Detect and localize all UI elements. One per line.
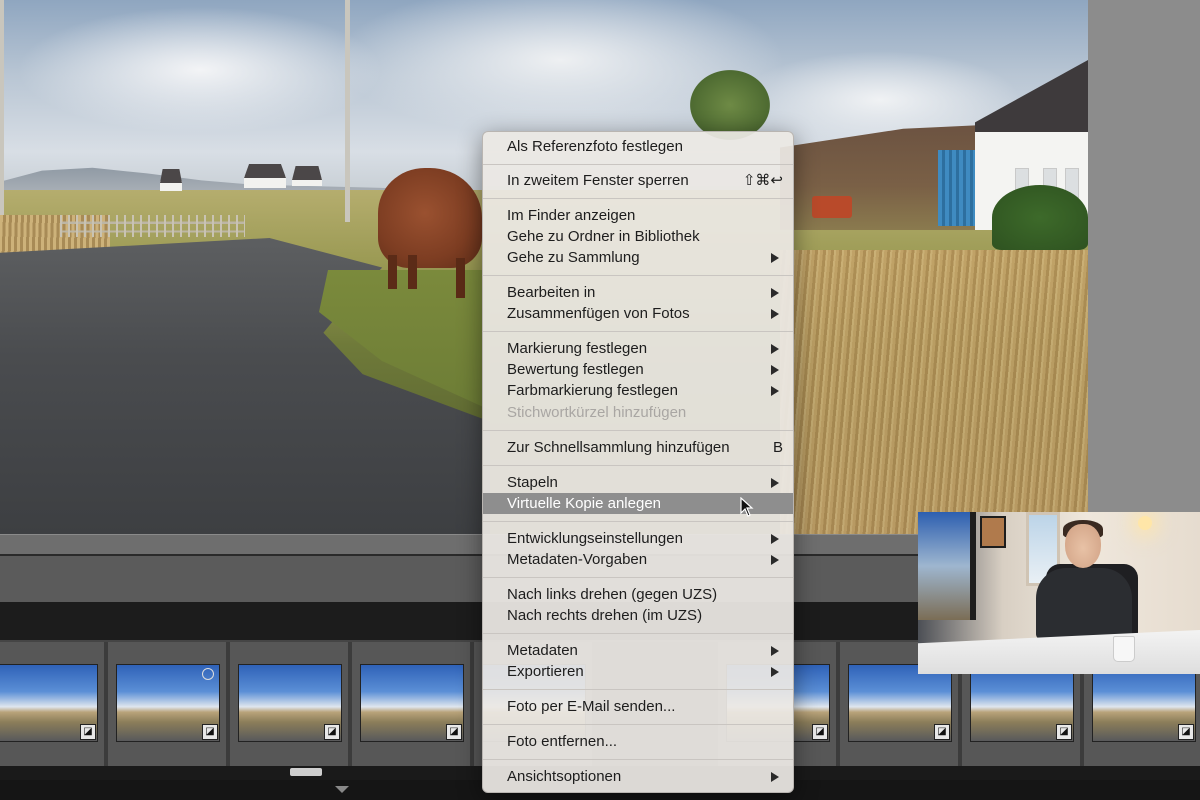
menu-separator bbox=[483, 275, 793, 276]
menu-separator bbox=[483, 759, 793, 760]
photo-house bbox=[160, 169, 182, 191]
photo-fence bbox=[60, 215, 245, 237]
submenu-arrow-icon bbox=[771, 253, 779, 263]
menu-separator bbox=[483, 577, 793, 578]
virtual-copy-icon: ◪ bbox=[934, 724, 950, 740]
menu-item-set-reference-photo[interactable]: Als Referenzfoto festlegen bbox=[483, 136, 793, 157]
menu-item-show-in-finder[interactable]: Im Finder anzeigen bbox=[483, 205, 793, 226]
menu-item-email-photo[interactable]: Foto per E-Mail senden... bbox=[483, 696, 793, 717]
photo-cow-leg bbox=[408, 255, 417, 289]
photo-cow-leg bbox=[456, 258, 465, 298]
submenu-arrow-icon bbox=[771, 478, 779, 488]
webcam-monitor bbox=[918, 512, 976, 620]
filmstrip-cell[interactable]: ◪ bbox=[0, 642, 108, 766]
triangle-down-icon[interactable] bbox=[335, 786, 349, 793]
menu-item-go-to-folder[interactable]: Gehe zu Ordner in Bibliothek bbox=[483, 226, 793, 247]
menu-separator bbox=[483, 689, 793, 690]
menu-item-metadata[interactable]: Metadaten bbox=[483, 640, 793, 661]
webcam-person-head bbox=[1065, 524, 1101, 568]
circle-icon bbox=[202, 668, 214, 680]
menu-item-metadata-presets[interactable]: Metadaten-Vorgaben bbox=[483, 549, 793, 570]
menu-item-set-rating[interactable]: Bewertung festlegen bbox=[483, 359, 793, 380]
webcam-person-shirt bbox=[1036, 568, 1132, 640]
virtual-copy-icon: ◪ bbox=[80, 724, 96, 740]
menu-item-rotate-right[interactable]: Nach rechts drehen (im UZS) bbox=[483, 605, 793, 626]
virtual-copy-icon: ◪ bbox=[324, 724, 340, 740]
photo-house bbox=[292, 166, 322, 186]
virtual-copy-icon: ◪ bbox=[812, 724, 828, 740]
virtual-copy-icon: ◪ bbox=[1178, 724, 1194, 740]
menu-separator bbox=[483, 331, 793, 332]
filmstrip-cell[interactable]: ◪ bbox=[230, 642, 352, 766]
menu-item-rotate-left[interactable]: Nach links drehen (gegen UZS) bbox=[483, 584, 793, 605]
photo-pole bbox=[345, 0, 350, 222]
menu-item-stacking[interactable]: Stapeln bbox=[483, 472, 793, 493]
webcam-mug bbox=[1113, 636, 1135, 662]
menu-item-go-to-collection[interactable]: Gehe zu Sammlung bbox=[483, 247, 793, 268]
photo-tall-grass bbox=[780, 250, 1088, 534]
shortcut-label: ⇧⌘↩ bbox=[742, 172, 783, 189]
menu-item-edit-in[interactable]: Bearbeiten in bbox=[483, 282, 793, 303]
photo-bush bbox=[992, 185, 1088, 250]
menu-separator bbox=[483, 430, 793, 431]
submenu-arrow-icon bbox=[771, 386, 779, 396]
context-menu: Als Referenzfoto festlegen In zweitem Fe… bbox=[482, 131, 794, 793]
menu-item-export[interactable]: Exportieren bbox=[483, 661, 793, 682]
webcam-overlay bbox=[918, 512, 1200, 674]
submenu-arrow-icon bbox=[771, 309, 779, 319]
menu-item-develop-settings[interactable]: Entwicklungseinstellungen bbox=[483, 528, 793, 549]
menu-item-merge-photos[interactable]: Zusammenfügen von Fotos bbox=[483, 303, 793, 324]
submenu-arrow-icon bbox=[771, 534, 779, 544]
virtual-copy-icon: ◪ bbox=[202, 724, 218, 740]
menu-item-remove-photo[interactable]: Foto entfernen... bbox=[483, 731, 793, 752]
photo-cow bbox=[378, 168, 482, 268]
menu-separator bbox=[483, 164, 793, 165]
submenu-arrow-icon bbox=[771, 772, 779, 782]
webcam-lamp bbox=[1138, 516, 1152, 530]
virtual-copy-icon: ◪ bbox=[1056, 724, 1072, 740]
menu-item-set-flag[interactable]: Markierung festlegen bbox=[483, 338, 793, 359]
right-panel-collapsed bbox=[1088, 0, 1200, 534]
menu-item-view-options[interactable]: Ansichtsoptionen bbox=[483, 766, 793, 787]
submenu-arrow-icon bbox=[771, 555, 779, 565]
submenu-arrow-icon bbox=[771, 365, 779, 375]
menu-item-lock-second-window[interactable]: In zweitem Fenster sperren ⇧⌘↩ bbox=[483, 170, 793, 191]
menu-separator bbox=[483, 521, 793, 522]
mouse-pointer-icon bbox=[740, 497, 754, 517]
menu-separator bbox=[483, 465, 793, 466]
menu-separator bbox=[483, 724, 793, 725]
filmstrip-scroll-thumb[interactable] bbox=[290, 768, 322, 776]
menu-item-add-keyword-shortcut: Stichwortkürzel hinzufügen bbox=[507, 404, 687, 421]
submenu-arrow-icon bbox=[771, 344, 779, 354]
submenu-arrow-icon bbox=[771, 646, 779, 656]
photo-tractor bbox=[812, 196, 852, 218]
photo-pole bbox=[0, 0, 4, 215]
filmstrip-cell[interactable]: ◪ bbox=[108, 642, 230, 766]
menu-separator bbox=[483, 633, 793, 634]
filmstrip-cell[interactable]: ◪ bbox=[352, 642, 474, 766]
photo-house bbox=[244, 164, 286, 188]
submenu-arrow-icon bbox=[771, 667, 779, 677]
menu-separator bbox=[483, 198, 793, 199]
menu-item-add-to-quick-collection[interactable]: Zur Schnellsammlung hinzufügen B bbox=[483, 437, 793, 458]
virtual-copy-icon: ◪ bbox=[446, 724, 462, 740]
webcam-picture-frame bbox=[980, 516, 1006, 548]
photo-cow-leg bbox=[388, 255, 397, 289]
submenu-arrow-icon bbox=[771, 288, 779, 298]
shortcut-label: B bbox=[772, 439, 783, 456]
photo-tree bbox=[690, 70, 770, 140]
menu-item-set-color-label[interactable]: Farbmarkierung festlegen bbox=[483, 380, 793, 401]
